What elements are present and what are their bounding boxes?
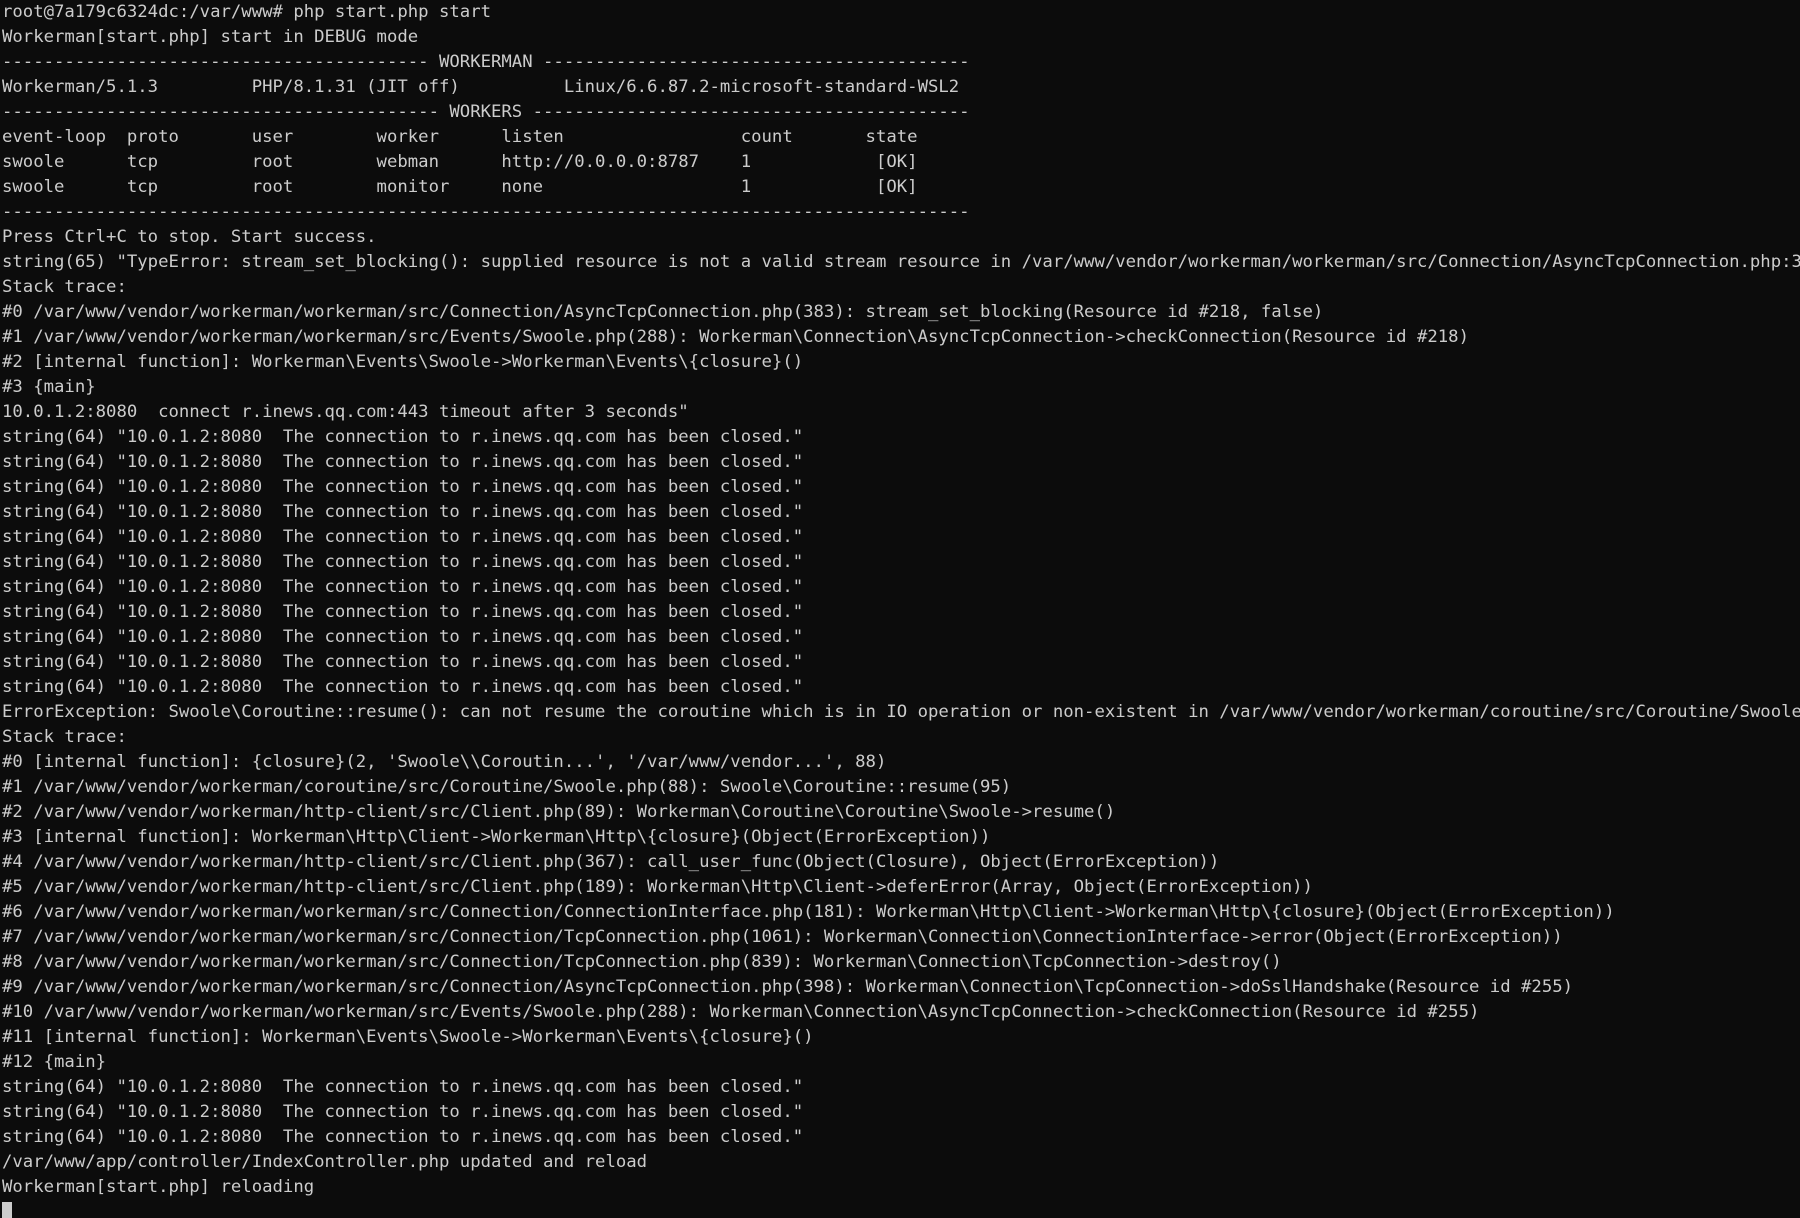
terminal-line: #5 /var/www/vendor/workerman/http-client… bbox=[2, 877, 1313, 897]
terminal-line: string(64) "10.0.1.2:8080 The connection… bbox=[2, 1102, 804, 1122]
terminal-line: string(64) "10.0.1.2:8080 The connection… bbox=[2, 602, 804, 622]
terminal-line: #2 [internal function]: Workerman\Events… bbox=[2, 352, 804, 372]
terminal-line: #6 /var/www/vendor/workerman/workerman/s… bbox=[2, 902, 1615, 922]
terminal-line: ErrorException: Swoole\Coroutine::resume… bbox=[2, 702, 1800, 722]
terminal-line: string(64) "10.0.1.2:8080 The connection… bbox=[2, 452, 804, 472]
terminal-line: #4 /var/www/vendor/workerman/http-client… bbox=[2, 852, 1220, 872]
terminal-line: swoole tcp root webman http://0.0.0.0:87… bbox=[2, 152, 918, 172]
terminal-line: string(64) "10.0.1.2:8080 The connection… bbox=[2, 427, 804, 447]
terminal-line: #11 [internal function]: Workerman\Event… bbox=[2, 1027, 814, 1047]
prompt-line[interactable] bbox=[2, 1200, 1800, 1218]
terminal-line: Stack trace: bbox=[2, 727, 127, 747]
terminal-line: ----------------------------------------… bbox=[2, 102, 970, 122]
terminal-line: string(64) "10.0.1.2:8080 The connection… bbox=[2, 1077, 804, 1097]
terminal-line: swoole tcp root monitor none 1 [OK] bbox=[2, 177, 918, 197]
terminal-line: Press Ctrl+C to stop. Start success. bbox=[2, 227, 377, 247]
terminal-output: root@7a179c6324dc:/var/www# php start.ph… bbox=[2, 0, 1800, 1200]
terminal-line: string(64) "10.0.1.2:8080 The connection… bbox=[2, 627, 804, 647]
terminal-line: string(64) "10.0.1.2:8080 The connection… bbox=[2, 677, 804, 697]
terminal-line: ----------------------------------------… bbox=[2, 52, 970, 72]
terminal-line: string(64) "10.0.1.2:8080 The connection… bbox=[2, 1127, 804, 1147]
terminal-line: string(64) "10.0.1.2:8080 The connection… bbox=[2, 502, 804, 522]
terminal-line: ----------------------------------------… bbox=[2, 202, 970, 222]
terminal-line: string(65) "TypeError: stream_set_blocki… bbox=[2, 252, 1800, 272]
terminal-line: #12 {main} bbox=[2, 1052, 107, 1072]
terminal-line: #3 [internal function]: Workerman\Http\C… bbox=[2, 827, 991, 847]
terminal-line: Workerman[start.php] reloading bbox=[2, 1177, 315, 1197]
terminal-line: #3 {main} bbox=[2, 377, 96, 397]
terminal-line: #0 [internal function]: {closure}(2, 'Sw… bbox=[2, 752, 887, 772]
terminal-line: #0 /var/www/vendor/workerman/workerman/s… bbox=[2, 302, 1324, 322]
terminal-line: #10 /var/www/vendor/workerman/workerman/… bbox=[2, 1002, 1480, 1022]
terminal-line: 10.0.1.2:8080 connect r.inews.qq.com:443… bbox=[2, 402, 689, 422]
terminal-line: #1 /var/www/vendor/workerman/coroutine/s… bbox=[2, 777, 1012, 797]
terminal-line: #2 /var/www/vendor/workerman/http-client… bbox=[2, 802, 1116, 822]
terminal-line: Stack trace: bbox=[2, 277, 127, 297]
terminal-line: Workerman[start.php] start in DEBUG mode bbox=[2, 27, 419, 47]
terminal-line: string(64) "10.0.1.2:8080 The connection… bbox=[2, 477, 804, 497]
terminal-window[interactable]: root@7a179c6324dc:/var/www# php start.ph… bbox=[0, 0, 1800, 1218]
terminal-line: /var/www/app/controller/IndexController.… bbox=[2, 1152, 648, 1172]
terminal-line: #7 /var/www/vendor/workerman/workerman/s… bbox=[2, 927, 1563, 947]
terminal-line: #9 /var/www/vendor/workerman/workerman/s… bbox=[2, 977, 1574, 997]
terminal-line: #1 /var/www/vendor/workerman/workerman/s… bbox=[2, 327, 1469, 347]
cursor bbox=[2, 1202, 12, 1218]
terminal-line: event-loop proto user worker listen coun… bbox=[2, 127, 918, 147]
terminal-line: Workerman/5.1.3 PHP/8.1.31 (JIT off) Lin… bbox=[2, 77, 960, 97]
terminal-line: string(64) "10.0.1.2:8080 The connection… bbox=[2, 577, 804, 597]
terminal-line: string(64) "10.0.1.2:8080 The connection… bbox=[2, 652, 804, 672]
terminal-line: string(64) "10.0.1.2:8080 The connection… bbox=[2, 552, 804, 572]
terminal-line: string(64) "10.0.1.2:8080 The connection… bbox=[2, 527, 804, 547]
terminal-line: root@7a179c6324dc:/var/www# php start.ph… bbox=[2, 2, 491, 22]
terminal-line: #8 /var/www/vendor/workerman/workerman/s… bbox=[2, 952, 1282, 972]
